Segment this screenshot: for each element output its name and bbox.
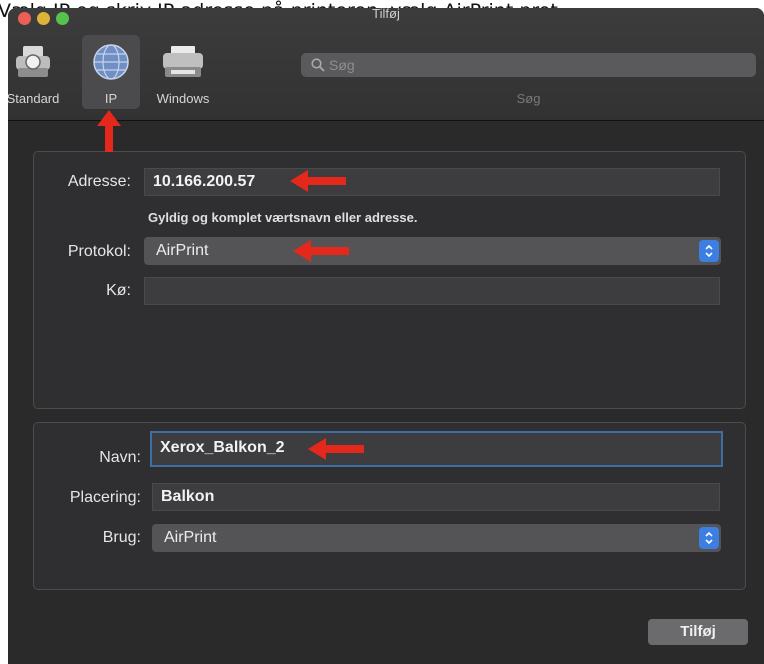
tab-ip-label: IP [104,91,118,106]
tab-windows[interactable]: Windows [147,35,219,109]
chevron-up-down-icon [699,240,719,262]
name-label: Navn: [99,449,141,466]
queue-field[interactable] [144,277,720,305]
window-title: Tilføj [372,8,400,21]
search-icon [311,58,325,72]
search-placeholder: Søg [329,57,355,73]
tab-ip[interactable]: IP [82,35,140,109]
name-field[interactable]: Xerox_Balkon_2 [150,431,723,467]
annotation-arrow-left [308,438,364,460]
queue-label: Kø: [106,282,131,299]
tab-standard[interactable]: Standard [8,35,65,109]
annotation-arrow-left [293,240,349,262]
tab-standard-label: Standard [8,91,60,106]
protocol-value: AirPrint [156,242,209,259]
use-value: AirPrint [164,529,217,546]
protocol-select[interactable]: AirPrint [144,237,721,265]
annotation-arrow-up [97,110,121,152]
protocol-label: Protokol: [67,243,131,260]
annotation-arrow-left [290,170,346,192]
add-button[interactable]: Tilføj [648,619,748,645]
toolbar: Tilføj Standard IP Windows Søg Søg [8,8,764,121]
search-field[interactable]: Søg [301,53,756,77]
search-caption: Søg [516,91,541,106]
use-select[interactable]: AirPrint [152,524,721,552]
windows-printer-icon [160,39,206,85]
default-printer-icon [10,39,56,85]
chevron-up-down-icon [699,527,719,549]
location-label: Placering: [69,489,141,506]
globe-icon [88,39,134,85]
address-hint: Gyldig og komplet værtsnavn eller adress… [148,210,418,225]
location-field[interactable]: Balkon [152,483,720,511]
address-label: Adresse: [67,173,131,190]
use-label: Brug: [102,529,141,546]
address-field[interactable]: 10.166.200.57 [144,168,720,196]
tab-windows-label: Windows [156,91,210,106]
add-printer-window: Tilføj Standard IP Windows Søg Søg Adres… [8,8,764,664]
